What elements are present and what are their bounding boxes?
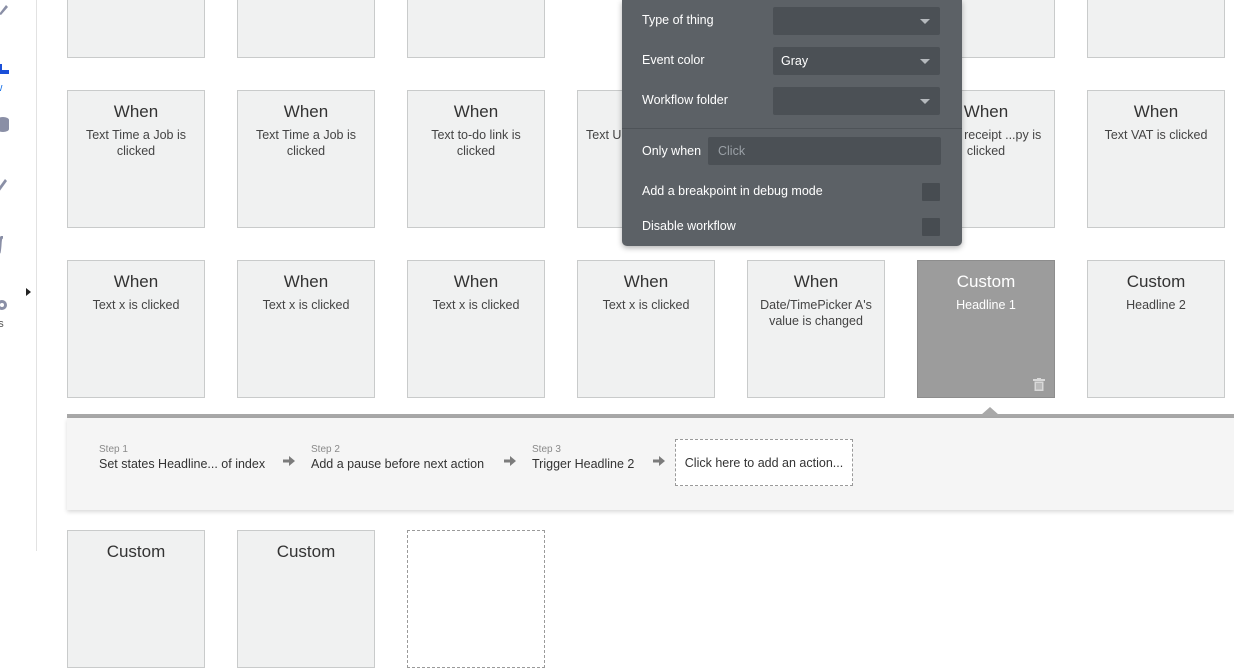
step-number: Step 3: [532, 444, 634, 456]
event-description: Headline 1: [926, 297, 1046, 313]
event-description: Text x is clicked: [416, 297, 536, 313]
sidebar-item-design[interactable]: gn: [0, 0, 36, 60]
type-of-thing-dropdown[interactable]: [773, 7, 940, 35]
event-description: Text x is clicked: [246, 297, 366, 313]
event-description: Text VAT is clicked: [1096, 127, 1216, 143]
sidebar-item-data[interactable]: a: [0, 116, 36, 176]
workflow-step-1[interactable]: Step 1 Set states Headline... of index: [99, 444, 265, 472]
sidebar-item-plugins[interactable]: ins: [0, 236, 36, 296]
step-text: Trigger Headline 2: [532, 456, 634, 472]
workflow-icon: [0, 60, 12, 78]
breakpoint-label: Add a breakpoint in debug mode: [642, 184, 823, 198]
sidebar-item-logs[interactable]: s: [0, 356, 36, 416]
sidebar-item-label: low: [0, 82, 3, 94]
workflow-step-3[interactable]: Step 3 Trigger Headline 2: [532, 444, 634, 472]
event-card[interactable]: Custom Headline 2: [1087, 260, 1225, 398]
type-of-thing-label: Type of thing: [642, 13, 714, 27]
workflow-folder-dropdown[interactable]: [773, 87, 940, 115]
step-number: Step 2: [311, 444, 484, 456]
event-description: Headline 2: [1096, 297, 1216, 313]
sidebar-item-label: ngs: [0, 318, 4, 330]
event-color-dropdown[interactable]: Gray: [773, 47, 940, 75]
event-card[interactable]: When Text to-do link is clicked: [407, 90, 545, 228]
event-card[interactable]: [67, 0, 205, 58]
chevron-down-icon: [920, 59, 930, 64]
design-icon: [0, 0, 12, 18]
event-type: When: [408, 102, 544, 122]
step-number: Step 1: [99, 444, 265, 456]
step-text: Add a pause before next action: [311, 456, 484, 472]
only-when-condition-input[interactable]: Click: [708, 137, 941, 165]
sidebar-item-styles[interactable]: es: [0, 176, 36, 236]
settings-icon: [0, 296, 12, 314]
event-type: When: [408, 272, 544, 292]
disable-workflow-checkbox[interactable]: [922, 218, 940, 236]
event-card[interactable]: When Date/TimePicker A's value is change…: [747, 260, 885, 398]
event-card[interactable]: When Text Time a Job is clicked: [237, 90, 375, 228]
left-sidebar: gn low a es ins ngs s: [0, 0, 37, 551]
chevron-down-icon: [920, 99, 930, 104]
arrow-right-icon: [282, 454, 296, 468]
event-type: When: [748, 272, 884, 292]
add-action-button[interactable]: Click here to add an action...: [675, 439, 853, 486]
event-type: Custom: [918, 272, 1054, 292]
event-type: When: [238, 272, 374, 292]
styles-icon: [0, 176, 12, 194]
event-property-panel: Type of thing Event color Gray Workflow …: [622, 0, 962, 246]
plugins-icon: [0, 236, 12, 254]
data-icon: [0, 116, 12, 134]
sidebar-item-workflow[interactable]: low: [0, 60, 36, 120]
event-card[interactable]: [237, 0, 375, 58]
event-description: Text Time a Job is clicked: [246, 127, 366, 159]
event-card-selected[interactable]: Custom Headline 1: [917, 260, 1055, 398]
workflow-step-2[interactable]: Step 2 Add a pause before next action: [311, 444, 484, 472]
event-type: When: [1088, 102, 1224, 122]
workflow-folder-label: Workflow folder: [642, 93, 728, 107]
event-type: Custom: [1088, 272, 1224, 292]
event-description: Text x is clicked: [76, 297, 196, 313]
disable-workflow-label: Disable workflow: [642, 219, 736, 233]
arrow-right-icon: [652, 454, 666, 468]
breakpoint-checkbox[interactable]: [922, 183, 940, 201]
event-description: Text to-do link is clicked: [416, 127, 536, 159]
trash-icon[interactable]: [1033, 378, 1045, 391]
step-text: Set states Headline... of index: [99, 456, 265, 472]
event-description: Date/TimePicker A's value is changed: [756, 297, 876, 329]
event-type: Custom: [68, 542, 204, 562]
panel-divider: [622, 128, 962, 129]
logs-icon: [0, 356, 12, 374]
event-color-label: Event color: [642, 53, 705, 67]
only-when-label: Only when: [642, 144, 701, 158]
event-card[interactable]: When Text x is clicked: [407, 260, 545, 398]
selected-event-pointer: [981, 407, 999, 415]
event-type: When: [68, 272, 204, 292]
event-card[interactable]: [1087, 0, 1225, 58]
event-description: Text x is clicked: [586, 297, 706, 313]
event-type: Custom: [238, 542, 374, 562]
event-type: When: [578, 272, 714, 292]
workflow-steps-bar: Step 1 Set states Headline... of index S…: [67, 418, 1234, 510]
event-type: When: [68, 102, 204, 122]
chevron-down-icon: [920, 19, 930, 24]
dropdown-value: Gray: [781, 54, 808, 68]
event-card[interactable]: When Text x is clicked: [237, 260, 375, 398]
event-card[interactable]: When Text x is clicked: [577, 260, 715, 398]
event-card[interactable]: When Text Time a Job is clicked: [67, 90, 205, 228]
collapse-sidebar-arrow-icon[interactable]: [26, 288, 31, 296]
event-card[interactable]: [407, 0, 545, 58]
event-description: Text Time a Job is clicked: [76, 127, 196, 159]
event-card[interactable]: When Text x is clicked: [67, 260, 205, 398]
event-card[interactable]: When Text VAT is clicked: [1087, 90, 1225, 228]
event-type: When: [238, 102, 374, 122]
sidebar-item-settings[interactable]: ngs: [0, 296, 36, 356]
arrow-right-icon: [503, 454, 517, 468]
